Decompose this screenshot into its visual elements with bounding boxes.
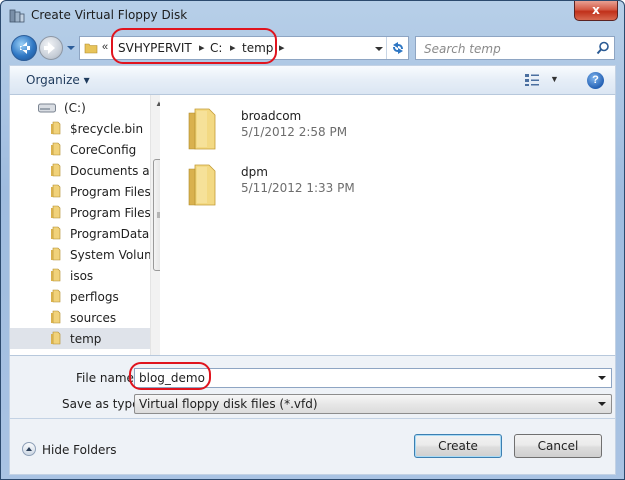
tree-item[interactable]: perflogs — [10, 286, 150, 307]
file-date: 5/11/2012 1:33 PM — [241, 181, 355, 195]
hide-folders-button[interactable]: Hide Folders — [42, 443, 117, 457]
tree-item-label: Program Files — [70, 185, 151, 199]
folder-icon — [51, 310, 61, 324]
save-form: File name: blog_demo Save as type: Virtu… — [9, 355, 616, 419]
folder-icon — [51, 247, 61, 261]
address-bar[interactable]: « SVHYPERVIT ▸ C: ▸ temp ▸ — [79, 36, 409, 60]
folder-icon — [188, 164, 216, 206]
folder-icon — [51, 121, 61, 135]
tree-item[interactable]: $recycle.bin — [10, 118, 150, 139]
folder-icon — [51, 163, 61, 177]
hide-folders-icon[interactable] — [22, 442, 36, 456]
file-list-pane[interactable]: broadcom 5/1/2012 2:58 PM dpm 5/11/2012 … — [167, 95, 617, 355]
folder-icon — [51, 289, 61, 303]
address-segment-folder[interactable]: temp — [242, 41, 273, 55]
chevron-down-icon[interactable] — [374, 44, 384, 54]
tree-item[interactable]: Program Files ( — [10, 202, 159, 223]
close-button[interactable]: x — [574, 1, 618, 21]
folder-icon — [188, 108, 216, 150]
tree-item-label: System Volume — [70, 248, 160, 262]
cancel-button[interactable]: Cancel — [514, 434, 602, 458]
tree-item-label: perflogs — [70, 290, 119, 304]
address-segment-drive[interactable]: C: — [210, 41, 222, 55]
tree-item-label: $recycle.bin — [70, 122, 144, 136]
folder-icon — [84, 43, 98, 54]
file-name-field[interactable]: blog_demo — [134, 368, 612, 388]
forward-button[interactable] — [39, 36, 63, 60]
view-options-icon[interactable] — [524, 73, 540, 87]
tree-item-label: sources — [70, 311, 117, 325]
organize-button[interactable]: Organize ▾ — [26, 73, 90, 87]
chevron-right-icon[interactable]: ▸ — [279, 41, 285, 54]
drive-icon — [38, 103, 56, 113]
floppy-app-icon — [9, 9, 25, 23]
command-toolbar: Organize ▾ ▼ ? — [9, 65, 616, 95]
chevron-down-icon[interactable] — [597, 373, 607, 383]
folder-icon — [51, 226, 61, 240]
navigation-row: « SVHYPERVIT ▸ C: ▸ temp ▸ Search temp — [1, 31, 624, 65]
address-segment-computer[interactable]: SVHYPERVIT — [118, 41, 192, 55]
folder-icon — [51, 142, 61, 156]
tree-item[interactable]: System Volume — [10, 244, 160, 265]
address-overflow-icon[interactable]: « — [102, 41, 108, 53]
tree-item-label: Program Files ( — [70, 206, 160, 220]
create-button[interactable]: Create — [414, 434, 502, 458]
refresh-icon — [393, 42, 403, 54]
navigation-pane[interactable]: (C:) $recycle.bin CoreConfig Documents and… — [10, 95, 160, 355]
grip-icon — [157, 212, 160, 218]
chevron-up-icon — [26, 447, 32, 451]
title-bar: Create Virtual Floppy Disk x — [1, 1, 624, 31]
tree-item[interactable]: Program Files — [10, 181, 151, 202]
dialog-window: Create Virtual Floppy Disk x « SVHYPERVI… — [0, 0, 625, 480]
view-chevron-down-icon[interactable]: ▼ — [550, 74, 559, 84]
dialog-footer: Hide Folders Create Cancel — [9, 419, 616, 475]
window-title: Create Virtual Floppy Disk — [31, 8, 188, 22]
tree-item-drive[interactable]: (C:) — [10, 97, 150, 118]
tree-item-label: isos — [70, 269, 94, 283]
back-button[interactable] — [11, 35, 37, 61]
tree-item[interactable]: temp — [10, 328, 150, 349]
file-name: broadcom — [241, 109, 302, 123]
file-name-label: File name: — [76, 371, 138, 385]
content-area: (C:) $recycle.bin CoreConfig Documents and… — [9, 95, 616, 355]
search-input[interactable]: Search temp — [424, 42, 501, 56]
chevron-right-icon[interactable]: ▸ — [230, 41, 236, 54]
folder-icon — [51, 268, 61, 282]
help-icon[interactable]: ? — [587, 72, 604, 89]
scroll-up-icon[interactable]: ▲ — [155, 99, 160, 108]
file-name: dpm — [241, 165, 268, 179]
tree-item-label: ProgramData — [70, 227, 150, 241]
file-item[interactable]: broadcom 5/1/2012 2:58 PM — [187, 105, 507, 157]
vertical-scrollbar[interactable]: ▲ — [150, 95, 160, 355]
tree-item[interactable]: sources — [10, 307, 150, 328]
file-date: 5/1/2012 2:58 PM — [241, 125, 348, 139]
folder-icon — [51, 331, 61, 345]
recent-pages-chevron-icon[interactable] — [67, 44, 75, 52]
folder-icon — [51, 184, 61, 198]
save-as-type-select[interactable]: Virtual floppy disk files (*.vfd) — [134, 394, 612, 414]
file-name-input[interactable]: blog_demo — [139, 371, 205, 385]
search-icon[interactable] — [596, 41, 610, 55]
search-box[interactable]: Search temp — [415, 36, 615, 60]
tree-item[interactable]: isos — [10, 265, 150, 286]
tree-item-label: temp — [70, 332, 102, 346]
tree-item[interactable]: Documents and — [10, 160, 160, 181]
save-as-type-value: Virtual floppy disk files (*.vfd) — [139, 397, 318, 411]
tree-item-label: CoreConfig — [70, 143, 137, 157]
tree-item-label: (C:) — [64, 101, 86, 115]
save-as-type-label: Save as type: — [62, 397, 144, 411]
file-item[interactable]: dpm 5/11/2012 1:33 PM — [187, 161, 507, 213]
tree-item[interactable]: CoreConfig — [10, 139, 150, 160]
refresh-button[interactable] — [386, 37, 408, 59]
arrow-right-icon — [44, 42, 55, 54]
chevron-right-icon[interactable]: ▸ — [199, 41, 205, 54]
tree-item-label: Documents and — [70, 164, 160, 178]
arrow-left-icon — [20, 42, 30, 54]
tree-item[interactable]: ProgramData — [10, 223, 150, 244]
chevron-down-icon[interactable] — [597, 399, 607, 409]
folder-icon — [51, 205, 61, 219]
scrollbar-thumb[interactable] — [153, 159, 160, 271]
